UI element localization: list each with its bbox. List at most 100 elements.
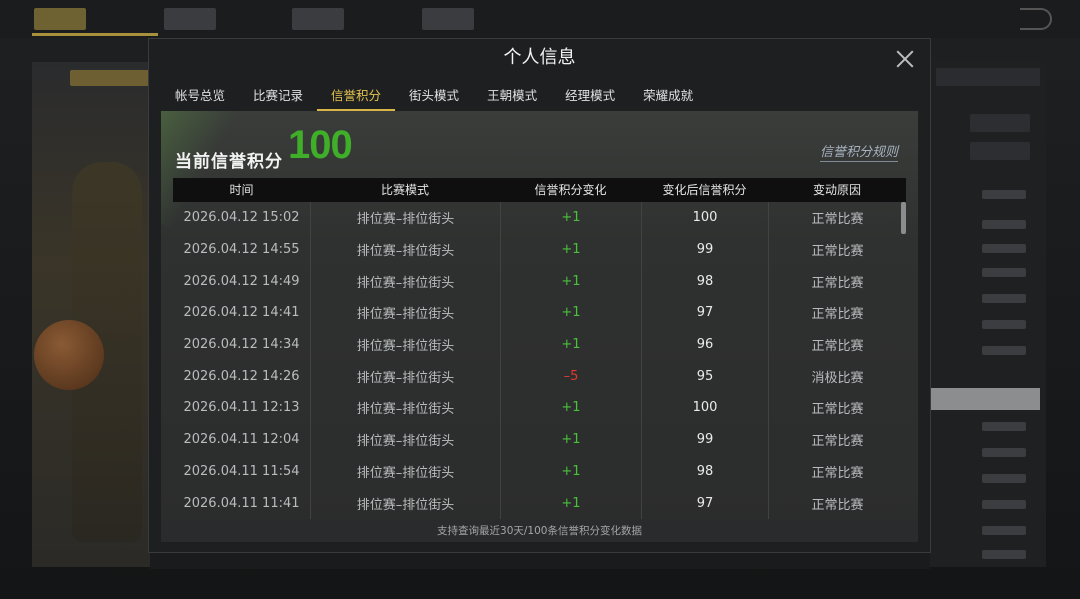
tab-bar: 帐号总览 比赛记录 信誉积分 街头模式 王朝模式 经理模式 荣耀成就 [161,83,707,111]
row-delta: +1 [500,423,641,456]
table-row: 2026.04.12 14:26 排位赛–排位街头 –5 95 消极比赛 [173,360,906,393]
row-reason: 正常比赛 [768,392,906,424]
tab-credit-score[interactable]: 信誉积分 [317,83,396,111]
tab-manager-mode[interactable]: 经理模式 [551,83,629,111]
credit-score-panel: 当前信誉积分 100 信誉积分规则 时间 比赛模式 信誉积分变化 变化后信誉积分… [161,111,918,542]
background-value [982,220,1026,229]
row-reason: 消极比赛 [768,360,906,393]
row-mode: 排位赛–排位街头 [310,265,500,298]
personal-info-dialog: 个人信息 帐号总览 比赛记录 信誉积分 街头模式 王朝模式 经理模式 荣耀成就 … [148,38,931,553]
row-after-score: 96 [641,328,768,361]
table-row: 2026.04.12 14:34 排位赛–排位街头 +1 96 正常比赛 [173,328,906,361]
background-nav-tab [164,8,216,30]
background-right-list [930,62,1046,567]
dialog-title: 个人信息 [503,47,576,68]
row-reason: 正常比赛 [768,202,906,234]
row-mode: 排位赛–排位街头 [310,487,500,519]
row-mode: 排位赛–排位街头 [310,455,500,488]
row-delta: +1 [500,233,641,266]
row-after-score: 95 [641,360,768,393]
row-mode: 排位赛–排位街头 [310,360,500,393]
row-after-score: 99 [641,423,768,456]
row-mode: 排位赛–排位街头 [310,202,500,234]
background-value [982,268,1026,277]
row-reason: 正常比赛 [768,423,906,456]
row-time: 2026.04.11 11:41 [183,495,300,511]
back-icon [1020,8,1052,30]
current-score-value: 100 [288,123,353,167]
basketball-icon [34,320,104,390]
header-mode: 比赛模式 [380,183,429,197]
row-delta: +1 [500,455,641,488]
table-row: 2026.04.12 14:49 排位赛–排位街头 +1 98 正常比赛 [173,265,906,298]
row-reason: 正常比赛 [768,265,906,298]
background-nav-underline [32,33,158,36]
background-value [982,474,1026,483]
header-after: 变化后信誉积分 [662,183,747,197]
score-rules-link[interactable]: 信誉积分规则 [819,141,898,162]
row-after-score: 99 [641,233,768,266]
table-row: 2026.04.11 12:13 排位赛–排位街头 +1 100 正常比赛 [173,392,906,424]
close-icon[interactable] [894,48,916,70]
table-row: 2026.04.12 15:02 排位赛–排位街头 +1 100 正常比赛 [173,202,906,234]
row-time: 2026.04.12 14:41 [183,305,300,321]
row-delta: +1 [500,265,641,298]
row-mode: 排位赛–排位街头 [310,392,500,424]
tab-match-history[interactable]: 比赛记录 [239,83,317,111]
header-reason: 变动原因 [812,183,861,197]
row-reason: 正常比赛 [768,487,906,519]
background-value [982,500,1026,509]
row-delta: +1 [500,202,641,234]
table-row: 2026.04.12 14:55 排位赛–排位街头 +1 99 正常比赛 [173,233,906,266]
row-time: 2026.04.12 15:02 [183,210,300,226]
table-body[interactable]: 2026.04.12 15:02 排位赛–排位街头 +1 100 正常比赛 2026.04… [173,202,906,520]
background-nav-tab [292,8,344,30]
row-after-score: 98 [641,265,768,298]
row-delta: +1 [500,328,641,361]
background-nav-tab [422,8,474,30]
table-header: 时间 比赛模式 信誉积分变化 变化后信誉积分 变动原因 [173,178,906,202]
row-after-score: 97 [641,487,768,519]
current-score-label: 当前信誉积分 [175,152,283,172]
row-time: 2026.04.11 11:54 [183,463,300,479]
background-highlight-row [930,388,1040,410]
row-time: 2026.04.11 12:04 [183,432,300,448]
row-delta: +1 [500,297,641,329]
background-value [982,244,1026,253]
table-scrollbar[interactable] [901,202,906,234]
row-delta: –5 [500,360,641,393]
row-reason: 正常比赛 [768,328,906,361]
row-time: 2026.04.11 12:13 [183,400,300,416]
tab-honor-achievements[interactable]: 荣耀成就 [629,83,707,111]
row-time: 2026.04.12 14:55 [183,242,300,258]
background-value [982,422,1026,431]
row-time: 2026.04.12 14:34 [183,337,300,353]
background-value [982,550,1026,559]
query-footnote: 支持查询最近30天/100条信誉积分变化数据 [161,520,918,542]
tab-account-overview[interactable]: 帐号总览 [161,83,239,111]
table-row: 2026.04.11 12:04 排位赛–排位街头 +1 99 正常比赛 [173,423,906,456]
background-button [970,142,1030,160]
background-value [982,294,1026,303]
row-after-score: 100 [641,202,768,234]
row-mode: 排位赛–排位街头 [310,233,500,266]
table-row: 2026.04.12 14:41 排位赛–排位街头 +1 97 正常比赛 [173,297,906,329]
row-after-score: 100 [641,392,768,424]
background-nav-tab [34,8,86,30]
background-value [982,346,1026,355]
row-mode: 排位赛–排位街头 [310,328,500,361]
row-delta: +1 [500,487,641,519]
row-mode: 排位赛–排位街头 [310,297,500,329]
row-reason: 正常比赛 [768,455,906,488]
row-time: 2026.04.12 14:26 [183,368,300,384]
tab-dynasty-mode[interactable]: 王朝模式 [473,83,551,111]
background-button [970,114,1030,132]
score-history-table: 时间 比赛模式 信誉积分变化 变化后信誉积分 变动原因 2026.04.12 1… [173,178,906,520]
header-time: 时间 [229,183,254,197]
background-value [982,526,1026,535]
tab-street-mode[interactable]: 街头模式 [395,83,473,111]
table-row: 2026.04.11 11:54 排位赛–排位街头 +1 98 正常比赛 [173,455,906,488]
table-row: 2026.04.11 11:41 排位赛–排位街头 +1 97 正常比赛 [173,487,906,519]
row-mode: 排位赛–排位街头 [310,423,500,456]
row-reason: 正常比赛 [768,297,906,329]
